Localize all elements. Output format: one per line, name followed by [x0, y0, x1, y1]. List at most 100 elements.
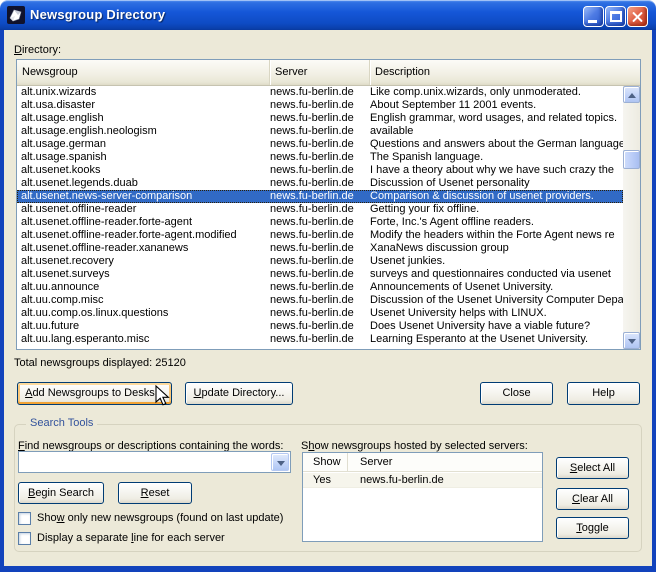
newsgroup-row[interactable]: alt.usenet.offline-reader.forte-agent.mo…: [17, 229, 623, 242]
newsgroup-row[interactable]: alt.usage.spanish news.fu-berlin.de The Sp…: [17, 151, 623, 164]
find-combobox[interactable]: [18, 451, 291, 473]
newsgroup-directory-window: Newsgroup Directory Directory: Newsgroup…: [0, 0, 656, 572]
cell-description: Usenet junkies.: [370, 255, 446, 267]
update-directory-button[interactable]: Update Directory...: [185, 382, 293, 405]
vertical-scrollbar[interactable]: [623, 86, 640, 349]
cell-newsgroup: alt.usenet.kooks: [21, 164, 101, 176]
newsgroup-row[interactable]: alt.usenet.recovery news.fu-berlin.de Usen…: [17, 255, 623, 268]
column-header-server[interactable]: Server: [270, 60, 370, 85]
server-row[interactable]: Yes news.fu-berlin.de: [303, 473, 542, 488]
separate-line-label[interactable]: Display a separate line for each server: [37, 532, 225, 544]
newsgroup-row[interactable]: alt.usenet.offline-reader.xananews news.f…: [17, 242, 623, 255]
cell-description: The Spanish language.: [370, 151, 484, 163]
cell-newsgroup: alt.unix.wizards: [21, 86, 97, 98]
clear-all-button[interactable]: Clear All: [556, 488, 629, 510]
show-only-new-checkbox[interactable]: [18, 512, 31, 525]
cell-server: news.fu-berlin.de: [270, 255, 354, 267]
newsgroup-row[interactable]: alt.usenet.legends.duab news.fu-berlin.de…: [17, 177, 623, 190]
minimize-button[interactable]: [583, 6, 604, 27]
cell-newsgroup: alt.usage.spanish: [21, 151, 107, 163]
server-list-header: Show Server: [303, 453, 542, 472]
combo-dropdown-button[interactable]: [271, 453, 289, 471]
newsgroup-row[interactable]: alt.usenet.news-server-comparison news.fu…: [17, 190, 623, 203]
newsgroup-row[interactable]: alt.uu.future news.fu-berlin.de Does Usene…: [17, 320, 623, 333]
cell-newsgroup: alt.usenet.news-server-comparison: [21, 190, 193, 202]
reset-button[interactable]: Reset: [118, 482, 192, 504]
cell-server: news.fu-berlin.de: [270, 320, 354, 332]
server-list: Show Server Yes news.fu-berlin.de: [302, 452, 543, 542]
cell-description: Discussion of the Usenet University Comp…: [370, 294, 623, 306]
scroll-down-button[interactable]: [623, 332, 640, 349]
cell-newsgroup: alt.uu.announce: [21, 281, 100, 293]
cell-server: news.fu-berlin.de: [270, 229, 354, 241]
server-column-server[interactable]: Server: [348, 453, 392, 471]
cell-server: news.fu-berlin.de: [270, 281, 354, 293]
maximize-icon: [610, 11, 622, 22]
cell-server: news.fu-berlin.de: [360, 474, 444, 486]
cell-newsgroup: alt.usenet.offline-reader.forte-agent: [21, 216, 193, 228]
maximize-button[interactable]: [605, 6, 626, 27]
column-header-newsgroup[interactable]: Newsgroup: [17, 60, 270, 85]
cell-server: news.fu-berlin.de: [270, 216, 354, 228]
separate-line-checkbox[interactable]: [18, 532, 31, 545]
newsgroup-row[interactable]: alt.usa.disaster news.fu-berlin.de About S…: [17, 99, 623, 112]
cell-description: Questions and answers about the German l…: [370, 138, 623, 150]
cell-newsgroup: alt.usa.disaster: [21, 99, 95, 111]
cell-description: Usenet University helps with LINUX.: [370, 307, 547, 319]
title-bar[interactable]: Newsgroup Directory: [0, 0, 656, 30]
minimize-icon: [588, 20, 597, 23]
cell-newsgroup: alt.usenet.offline-reader: [21, 203, 137, 215]
cell-newsgroup: alt.usenet.offline-reader.xananews: [21, 242, 189, 254]
help-button[interactable]: Help: [567, 382, 640, 405]
newsgroup-row[interactable]: alt.usenet.kooks news.fu-berlin.de I have …: [17, 164, 623, 177]
cell-description: Learning Esperanto at the Usenet Univers…: [370, 333, 589, 345]
newsgroup-row[interactable]: alt.unix.wizards news.fu-berlin.de Like co…: [17, 86, 623, 99]
search-tools-title: Search Tools: [26, 417, 98, 429]
cell-newsgroup: alt.usage.english: [21, 112, 104, 124]
close-window-button[interactable]: [627, 6, 648, 27]
newsgroup-row[interactable]: alt.usage.german news.fu-berlin.de Questio…: [17, 138, 623, 151]
servers-label: Show newsgroups hosted by selected serve…: [301, 440, 528, 452]
newsgroup-row[interactable]: alt.usenet.offline-reader.forte-agent new…: [17, 216, 623, 229]
cell-server: news.fu-berlin.de: [270, 86, 354, 98]
cell-description: Like comp.unix.wizards, only unmoderated…: [370, 86, 581, 98]
newsgroup-list: Newsgroup Server Description alt.unix.wi…: [16, 59, 641, 350]
cell-description: XanaNews discussion group: [370, 242, 509, 254]
show-only-new-label[interactable]: Show only new newsgroups (found on last …: [37, 512, 283, 524]
cell-server: news.fu-berlin.de: [270, 151, 354, 163]
server-rows: Yes news.fu-berlin.de: [303, 473, 542, 541]
scroll-up-button[interactable]: [623, 86, 640, 103]
scroll-down-icon: [628, 339, 636, 344]
cell-description: I have a theory about why we have such c…: [370, 164, 614, 176]
cell-description: Discussion of Usenet personality: [370, 177, 530, 189]
cell-newsgroup: alt.usage.english.neologism: [21, 125, 157, 137]
toggle-button[interactable]: Toggle: [556, 517, 629, 539]
server-column-show[interactable]: Show: [303, 453, 348, 471]
newsgroup-row[interactable]: alt.usenet.surveys news.fu-berlin.de surve…: [17, 268, 623, 281]
add-newsgroups-button[interactable]: Add Newsgroups to Desks...: [17, 382, 172, 405]
cell-newsgroup: alt.usenet.surveys: [21, 268, 110, 280]
newsgroup-row[interactable]: alt.usage.english.neologism news.fu-berli…: [17, 125, 623, 138]
cell-description: available: [370, 125, 414, 137]
select-all-button[interactable]: Select All: [556, 457, 629, 479]
newsgroup-row[interactable]: alt.usenet.offline-reader news.fu-berlin.…: [17, 203, 623, 216]
column-header-description[interactable]: Description: [370, 60, 640, 85]
begin-search-button[interactable]: Begin Search: [18, 482, 104, 504]
cell-server: news.fu-berlin.de: [270, 190, 354, 202]
newsgroup-row[interactable]: alt.uu.comp.os.linux.questions news.fu-be…: [17, 307, 623, 320]
cell-description: surveys and questionnaires conducted via…: [370, 268, 611, 280]
newsgroup-row[interactable]: alt.usage.english news.fu-berlin.de Englis…: [17, 112, 623, 125]
cell-server: news.fu-berlin.de: [270, 294, 354, 306]
cell-description: Does Usenet University have a viable fut…: [370, 320, 591, 332]
newsgroup-row[interactable]: alt.uu.announce news.fu-berlin.de Announce…: [17, 281, 623, 294]
cell-server: news.fu-berlin.de: [270, 164, 354, 176]
cell-server: news.fu-berlin.de: [270, 99, 354, 111]
close-button[interactable]: Close: [480, 382, 553, 405]
newsgroup-row[interactable]: alt.uu.comp.misc news.fu-berlin.de Discuss…: [17, 294, 623, 307]
status-text: Total newsgroups displayed: 25120: [14, 357, 186, 369]
newsgroup-row[interactable]: alt.uu.lang.esperanto.misc news.fu-berlin…: [17, 333, 623, 346]
scrollbar-thumb[interactable]: [623, 150, 640, 169]
cell-description: Comparison & discussion of usenet provid…: [370, 190, 594, 202]
cell-server: news.fu-berlin.de: [270, 203, 354, 215]
cell-newsgroup: alt.uu.comp.os.linux.questions: [21, 307, 169, 319]
